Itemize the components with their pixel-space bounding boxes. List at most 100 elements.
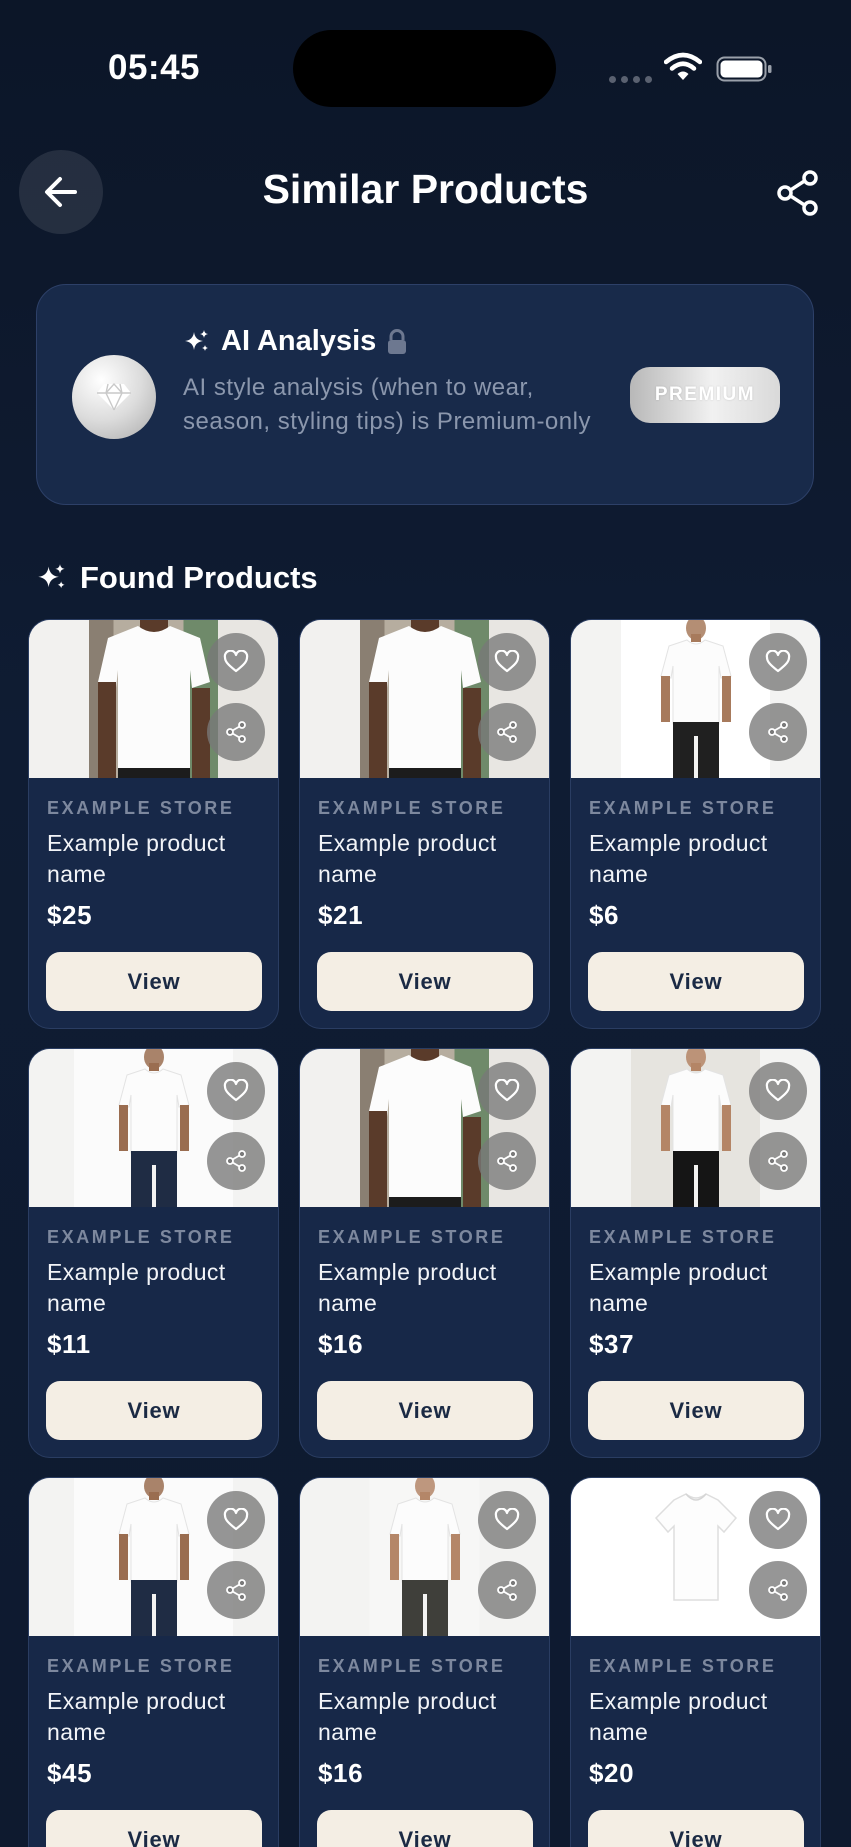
store-name: EXAMPLE STORE (47, 1656, 235, 1676)
product-price: $21 (318, 900, 364, 930)
product-image[interactable] (571, 1478, 820, 1636)
ai-analysis-description: AI style analysis (when to wear, season,… (183, 374, 591, 435)
product-price: $16 (318, 1329, 364, 1359)
product-image[interactable] (571, 620, 820, 778)
ai-analysis-title: AI Analysis (221, 325, 377, 357)
store-name: EXAMPLE STORE (589, 798, 777, 818)
share-product-button[interactable] (478, 703, 536, 761)
product-card[interactable]: EXAMPLE STORE Example product name $45 V… (28, 1477, 279, 1847)
share-product-button[interactable] (207, 1561, 265, 1619)
product-image[interactable] (300, 620, 549, 778)
share-product-button[interactable] (749, 1132, 807, 1190)
view-button[interactable]: View (46, 1810, 262, 1847)
view-button[interactable]: View (46, 952, 262, 1011)
share-icon (768, 1579, 788, 1601)
favorite-button[interactable] (749, 1491, 807, 1549)
sparkle-icon (185, 329, 208, 351)
favorite-button[interactable] (478, 1491, 536, 1549)
product-card[interactable]: EXAMPLE STORE Example product name $11 V… (28, 1048, 279, 1458)
favorite-button[interactable] (749, 1062, 807, 1120)
product-image[interactable] (29, 1049, 278, 1207)
product-card[interactable]: EXAMPLE STORE Example product name $37 V… (570, 1048, 821, 1458)
product-card[interactable]: EXAMPLE STORE Example product name $25 V… (28, 619, 279, 1029)
view-button[interactable]: View (317, 1810, 533, 1847)
favorite-button[interactable] (207, 1062, 265, 1120)
product-price: $37 (589, 1329, 635, 1359)
product-price: $20 (589, 1758, 635, 1788)
found-products-header: Found Products (36, 560, 318, 596)
product-price: $16 (318, 1758, 364, 1788)
product-name: Example product name (47, 830, 226, 887)
product-card[interactable]: EXAMPLE STORE Example product name $20 V… (570, 1477, 821, 1847)
status-time: 05:45 (108, 48, 201, 87)
ai-title-row: AI Analysis (183, 325, 408, 358)
lock-icon (388, 328, 407, 354)
share-product-button[interactable] (749, 1561, 807, 1619)
product-price: $45 (47, 1758, 93, 1788)
product-price: $11 (47, 1329, 91, 1359)
product-price: $25 (47, 900, 93, 930)
store-name: EXAMPLE STORE (47, 798, 235, 818)
heart-icon (494, 650, 520, 673)
premium-badge[interactable]: PREMIUM (630, 367, 780, 423)
section-title: Found Products (80, 560, 318, 595)
product-image[interactable] (29, 1478, 278, 1636)
product-image[interactable] (29, 620, 278, 778)
view-button[interactable]: View (588, 1381, 804, 1440)
share-product-button[interactable] (478, 1561, 536, 1619)
product-name: Example product name (47, 1259, 226, 1316)
product-name: Example product name (589, 830, 768, 887)
share-button[interactable] (773, 168, 823, 218)
favorite-button[interactable] (207, 633, 265, 691)
share-icon (497, 1150, 517, 1172)
store-name: EXAMPLE STORE (589, 1656, 777, 1676)
product-name: Example product name (318, 830, 497, 887)
share-icon (768, 721, 788, 743)
nav-header: Similar Products (0, 148, 851, 234)
product-image[interactable] (300, 1478, 549, 1636)
favorite-button[interactable] (478, 633, 536, 691)
product-name: Example product name (318, 1259, 497, 1316)
product-card[interactable]: EXAMPLE STORE Example product name $6 Vi… (570, 619, 821, 1029)
view-button[interactable]: View (317, 952, 533, 1011)
product-price: $6 (589, 900, 620, 930)
store-name: EXAMPLE STORE (47, 1227, 235, 1247)
product-card[interactable]: EXAMPLE STORE Example product name $21 V… (299, 619, 550, 1029)
heart-icon (765, 1508, 791, 1531)
product-image[interactable] (300, 1049, 549, 1207)
favorite-button[interactable] (749, 633, 807, 691)
view-button[interactable]: View (46, 1381, 262, 1440)
cellular-signal-icon (609, 76, 652, 83)
product-name: Example product name (589, 1259, 768, 1316)
heart-icon (494, 1079, 520, 1102)
ai-analysis-card[interactable]: AI Analysis AI style analysis (when to w… (36, 284, 814, 505)
favorite-button[interactable] (478, 1062, 536, 1120)
product-name: Example product name (318, 1688, 497, 1745)
store-name: EXAMPLE STORE (318, 1656, 506, 1676)
product-name: Example product name (589, 1688, 768, 1745)
share-product-button[interactable] (478, 1132, 536, 1190)
store-name: EXAMPLE STORE (318, 798, 506, 818)
product-card[interactable]: EXAMPLE STORE Example product name $16 V… (299, 1048, 550, 1458)
dynamic-island (293, 30, 556, 107)
share-product-button[interactable] (207, 1132, 265, 1190)
share-icon (768, 1150, 788, 1172)
wifi-icon (664, 52, 702, 80)
share-icon (226, 721, 246, 743)
heart-icon (223, 1079, 249, 1102)
share-product-button[interactable] (207, 703, 265, 761)
view-button[interactable]: View (588, 952, 804, 1011)
view-button[interactable]: View (317, 1381, 533, 1440)
share-icon (226, 1150, 246, 1172)
product-name: Example product name (47, 1688, 226, 1745)
share-product-button[interactable] (749, 703, 807, 761)
view-button[interactable]: View (588, 1810, 804, 1847)
heart-icon (765, 650, 791, 673)
heart-icon (223, 1508, 249, 1531)
share-icon (226, 1579, 246, 1601)
share-icon (497, 1579, 517, 1601)
product-image[interactable] (571, 1049, 820, 1207)
heart-icon (223, 650, 249, 673)
favorite-button[interactable] (207, 1491, 265, 1549)
product-card[interactable]: EXAMPLE STORE Example product name $16 V… (299, 1477, 550, 1847)
